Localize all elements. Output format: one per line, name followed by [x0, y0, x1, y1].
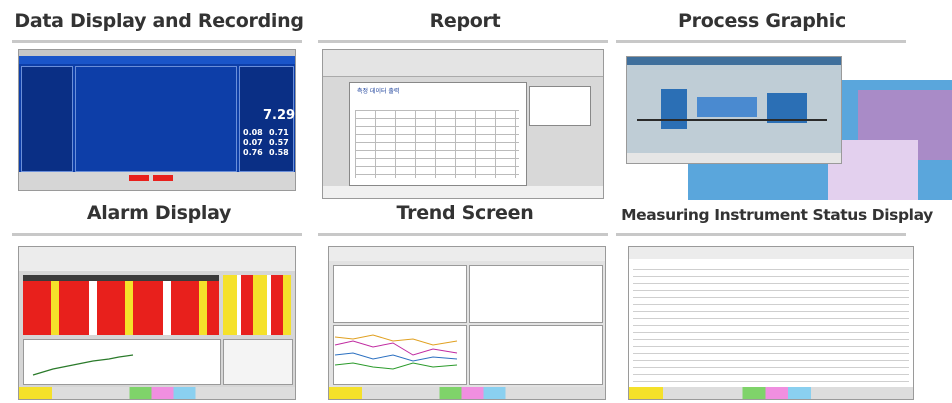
- alarm-toolbar: [19, 247, 295, 271]
- alarm-chip: [129, 175, 149, 181]
- big-value-3: 0.07: [243, 138, 263, 147]
- report-side-table: [529, 86, 591, 126]
- panel-title-instrument-status: Measuring Instrument Status Display: [621, 206, 933, 224]
- screenshot-instrument-status: [628, 246, 914, 400]
- report-table: [355, 110, 519, 178]
- big-value: 7.29: [263, 108, 296, 123]
- process-pipe: [637, 119, 827, 121]
- screenshot-trend-screen: [328, 246, 606, 400]
- panel-instrument-status: Measuring Instrument Status Display: [612, 200, 952, 403]
- status-toolbar: [629, 247, 913, 259]
- panel-title-process-graphic: Process Graphic: [678, 10, 846, 32]
- panel-trend-screen: Trend Screen: [318, 200, 612, 403]
- status-bar: [629, 387, 913, 399]
- trend-chart-2: [469, 265, 603, 323]
- big-value-1: 0.08: [243, 128, 263, 137]
- status-bar: [323, 186, 603, 198]
- panel-title-trend-screen: Trend Screen: [396, 202, 534, 224]
- panel-data-display: Data Display and Recording 0.08 0.71 0.0…: [0, 0, 318, 200]
- trend-lines: [334, 334, 458, 370]
- title-underline: [318, 233, 608, 236]
- trend-toolbar: [329, 247, 605, 261]
- alarm-side-panel: [223, 339, 293, 385]
- data-grid: [75, 66, 237, 172]
- panel-alarm-display: Alarm Display: [0, 200, 318, 403]
- status-bar: [329, 387, 605, 399]
- status-log: [633, 263, 909, 383]
- left-column: [21, 66, 73, 172]
- title-underline: [318, 40, 608, 43]
- process-tank: [697, 97, 757, 117]
- screenshot-alarm-display: [18, 246, 296, 400]
- process-tank: [661, 89, 687, 129]
- screenshot-process-graphic: [626, 56, 842, 164]
- status-bar: [19, 387, 295, 399]
- header-strip: [19, 56, 295, 64]
- process-header: [627, 57, 841, 65]
- panel-title-report: Report: [429, 10, 501, 32]
- title-underline: [12, 233, 302, 236]
- alarm-chip: [153, 175, 173, 181]
- panel-title-data-display: Data Display and Recording: [14, 10, 304, 32]
- trend-chart-4: [469, 325, 603, 385]
- trend-chart-1: [333, 265, 467, 323]
- big-value-4: 0.57: [269, 138, 289, 147]
- alarm-table: [23, 281, 219, 335]
- big-value-2: 0.71: [269, 128, 289, 137]
- big-value-5: 0.76: [243, 148, 263, 157]
- alarm-list-right: [223, 275, 291, 335]
- title-underline: [616, 40, 906, 43]
- screenshot-report: 측정 데이터 출력: [322, 49, 604, 199]
- toolbar: [323, 50, 603, 77]
- process-footer: [627, 153, 841, 163]
- screenshot-data-display: 0.08 0.71 0.07 0.57 0.76 0.58 7.29: [18, 49, 296, 191]
- title-underline: [616, 233, 906, 236]
- panel-title-alarm-display: Alarm Display: [86, 202, 232, 224]
- panel-report: Report 측정 데이터 출력: [318, 0, 612, 200]
- report-heading: 측정 데이터 출력: [357, 88, 400, 95]
- title-underline: [12, 40, 302, 43]
- panel-process-graphic: Process Graphic: [612, 0, 952, 200]
- big-value-6: 0.58: [269, 148, 289, 157]
- alarm-trend-line: [32, 354, 134, 376]
